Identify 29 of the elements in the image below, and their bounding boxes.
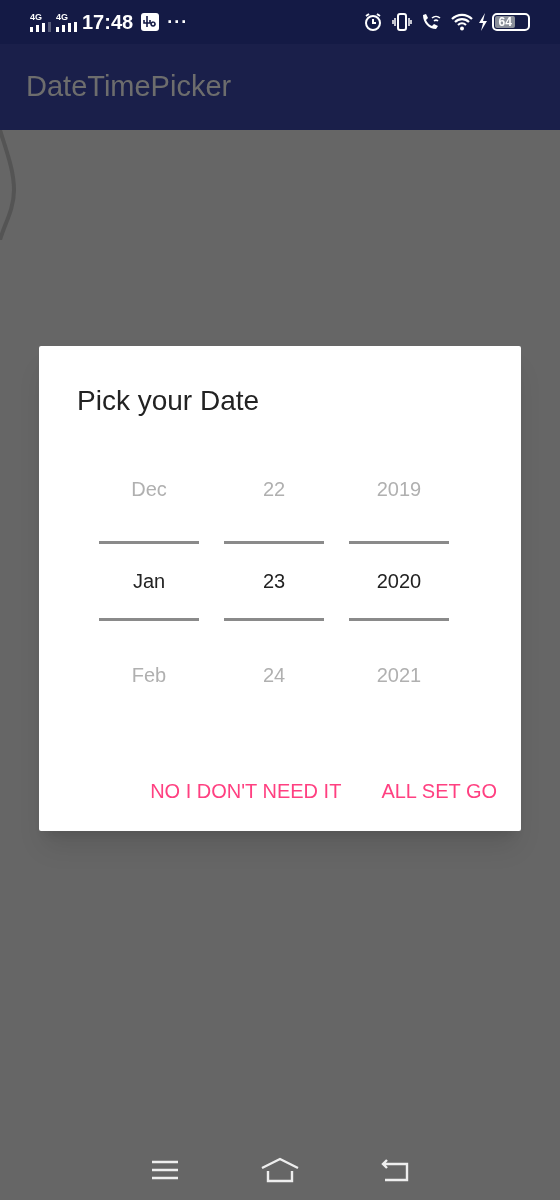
status-time: 17:48 — [82, 10, 134, 35]
picker-item[interactable]: 23 — [224, 541, 324, 621]
wifi-icon — [450, 12, 474, 32]
alarm-icon — [363, 12, 383, 32]
network-type: 4G — [56, 12, 68, 22]
home-icon[interactable] — [260, 1157, 300, 1183]
wifi-call-icon — [420, 12, 442, 32]
signal-icon — [56, 21, 78, 32]
charging-icon — [478, 13, 488, 31]
usb-icon — [141, 13, 160, 31]
dialog-title: Pick your Date — [77, 385, 260, 416]
dialog-button[interactable]: NO I DON'T NEED IT — [150, 770, 342, 812]
app-title: DateTimePicker — [26, 69, 232, 105]
picker-item[interactable]: 22 — [224, 442, 324, 535]
menu-icon[interactable] — [150, 1159, 179, 1181]
picker-item[interactable]: Dec — [99, 442, 199, 535]
picker-item[interactable]: 2021 — [349, 628, 449, 721]
dialog-button[interactable]: ALL SET GO — [381, 770, 497, 812]
picker-item[interactable]: 2020 — [349, 541, 449, 621]
back-icon[interactable] — [381, 1158, 410, 1182]
picker-item[interactable]: Jan — [99, 541, 199, 621]
vibrate-icon — [392, 12, 412, 32]
signal-icon — [30, 21, 52, 32]
network-type: 4G — [30, 12, 42, 22]
picker-item[interactable]: Feb — [99, 628, 199, 721]
more-indicator: ··· — [167, 10, 189, 34]
battery-level: 64 — [498, 16, 512, 28]
picker-item[interactable]: 2019 — [349, 442, 449, 535]
picker-item[interactable]: 24 — [224, 628, 324, 721]
